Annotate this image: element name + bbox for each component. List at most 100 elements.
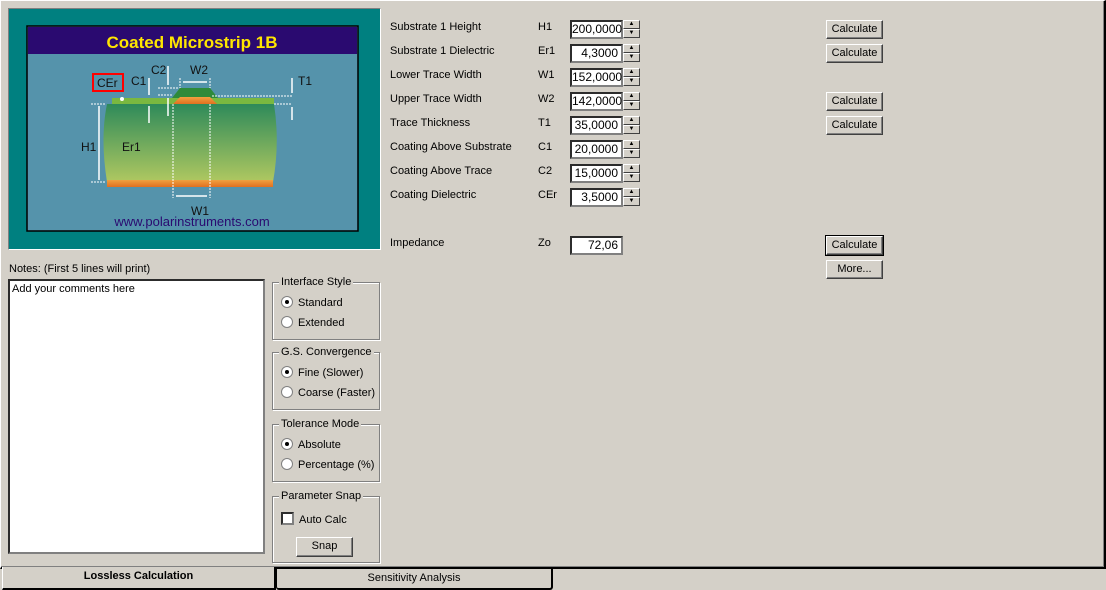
label-t1: T1 bbox=[298, 74, 312, 88]
param-label: Lower Trace Width bbox=[390, 69, 482, 81]
spin-down-icon[interactable]: ▼ bbox=[623, 29, 640, 38]
radio-icon[interactable] bbox=[281, 366, 293, 378]
group-title: G.S. Convergence bbox=[279, 346, 374, 358]
radio-absolute[interactable]: Absolute bbox=[281, 438, 341, 451]
calculate-h1-button[interactable]: Calculate bbox=[826, 20, 883, 39]
radio-icon[interactable] bbox=[281, 296, 293, 308]
param-symbol: Er1 bbox=[538, 45, 556, 57]
param-input-cer[interactable]: 3,5000 bbox=[570, 188, 623, 207]
param-spinner[interactable]: ▲ ▼ bbox=[623, 164, 640, 183]
calculate-impedance-button[interactable]: Calculate bbox=[825, 235, 884, 256]
snap-button[interactable]: Snap bbox=[296, 537, 353, 557]
impedance-label: Impedance bbox=[390, 237, 445, 249]
param-spinner[interactable]: ▲ ▼ bbox=[623, 140, 640, 159]
spin-up-icon[interactable]: ▲ bbox=[623, 188, 640, 197]
spin-down-icon[interactable]: ▼ bbox=[623, 149, 640, 158]
calculate-t1-button[interactable]: Calculate bbox=[826, 116, 883, 135]
param-label: Substrate 1 Dielectric bbox=[390, 45, 495, 57]
calculate-w2-button[interactable]: Calculate bbox=[826, 92, 883, 111]
radio-coarse[interactable]: Coarse (Faster) bbox=[281, 386, 375, 399]
group-title: Parameter Snap bbox=[279, 490, 364, 502]
diagram-frame: Coated Microstrip 1B CEr C1 C2 W2 T1 H1 … bbox=[8, 8, 381, 250]
tab-lossless-calculation[interactable]: Lossless Calculation bbox=[2, 567, 276, 590]
option-label: Absolute bbox=[298, 439, 341, 451]
radio-fine[interactable]: Fine (Slower) bbox=[281, 366, 363, 379]
more-button[interactable]: More... bbox=[826, 260, 883, 279]
option-label: Extended bbox=[298, 317, 345, 329]
option-label: Coarse (Faster) bbox=[298, 387, 376, 399]
param-spinner[interactable]: ▲ ▼ bbox=[623, 92, 640, 111]
radio-icon[interactable] bbox=[281, 438, 293, 450]
label-er1: Er1 bbox=[122, 140, 141, 154]
impedance-symbol: Zo bbox=[538, 237, 551, 249]
param-label: Coating Above Substrate bbox=[390, 141, 512, 153]
checkbox-icon[interactable] bbox=[281, 512, 294, 525]
spin-up-icon[interactable]: ▲ bbox=[623, 20, 640, 29]
spin-down-icon[interactable]: ▼ bbox=[623, 125, 640, 134]
param-label: Trace Thickness bbox=[390, 117, 471, 129]
param-spinner[interactable]: ▲ ▼ bbox=[623, 68, 640, 87]
param-input-w1[interactable]: 152,0000 bbox=[570, 68, 623, 87]
option-label: Percentage (%) bbox=[298, 459, 375, 471]
param-spinner[interactable]: ▲ ▼ bbox=[623, 188, 640, 207]
param-input-c1[interactable]: 20,0000 bbox=[570, 140, 623, 159]
polar-url: www.polarinstruments.com bbox=[113, 214, 269, 229]
spin-up-icon[interactable]: ▲ bbox=[623, 140, 640, 149]
coated-microstrip-diagram: Coated Microstrip 1B CEr C1 C2 W2 T1 H1 … bbox=[26, 25, 359, 232]
spin-down-icon[interactable]: ▼ bbox=[623, 101, 640, 110]
param-label: Upper Trace Width bbox=[390, 93, 482, 105]
spin-up-icon[interactable]: ▲ bbox=[623, 68, 640, 77]
param-symbol: T1 bbox=[538, 117, 551, 129]
param-input-h1[interactable]: 200,0000 bbox=[570, 20, 623, 39]
radio-icon[interactable] bbox=[281, 386, 293, 398]
option-label: Fine (Slower) bbox=[298, 367, 364, 379]
option-label: Standard bbox=[298, 297, 343, 309]
param-symbol: W1 bbox=[538, 69, 555, 81]
label-w2: W2 bbox=[190, 63, 208, 77]
calculate-er1-button[interactable]: Calculate bbox=[826, 44, 883, 63]
param-input-t1[interactable]: 35,0000 bbox=[570, 116, 623, 135]
param-symbol: C1 bbox=[538, 141, 553, 153]
param-symbol: W2 bbox=[538, 93, 555, 105]
auto-calc-checkbox[interactable]: Auto Calc bbox=[281, 512, 347, 526]
label-cer: CEr bbox=[97, 76, 118, 90]
spin-down-icon[interactable]: ▼ bbox=[623, 173, 640, 182]
param-input-w2[interactable]: 142,0000 bbox=[570, 92, 623, 111]
label-h1: H1 bbox=[81, 140, 97, 154]
param-label: Coating Dielectric bbox=[390, 189, 477, 201]
diagram-title: Coated Microstrip 1B bbox=[107, 33, 278, 52]
param-symbol: H1 bbox=[538, 21, 553, 33]
tab-sensitivity-analysis[interactable]: Sensitivity Analysis bbox=[276, 569, 553, 590]
param-input-c2[interactable]: 15,0000 bbox=[570, 164, 623, 183]
spin-down-icon[interactable]: ▼ bbox=[623, 53, 640, 62]
param-spinner[interactable]: ▲ ▼ bbox=[623, 44, 640, 63]
spin-up-icon[interactable]: ▲ bbox=[623, 44, 640, 53]
label-c2: C2 bbox=[151, 63, 167, 77]
parameter-snap-group: Parameter Snap Auto Calc Snap bbox=[272, 490, 380, 563]
label-c1: C1 bbox=[131, 74, 147, 88]
impedance-output[interactable]: 72,06 bbox=[570, 236, 623, 255]
radio-standard[interactable]: Standard bbox=[281, 296, 343, 309]
spin-up-icon[interactable]: ▲ bbox=[623, 116, 640, 125]
interface-style-group: Interface Style Standard Extended bbox=[272, 276, 380, 340]
tolerance-mode-group: Tolerance Mode Absolute Percentage (%) bbox=[272, 418, 380, 482]
radio-extended[interactable]: Extended bbox=[281, 316, 344, 329]
param-label: Substrate 1 Height bbox=[390, 21, 482, 33]
param-spinner[interactable]: ▲ ▼ bbox=[623, 116, 640, 135]
param-input-er1[interactable]: 4,3000 bbox=[570, 44, 623, 63]
param-symbol: CEr bbox=[538, 189, 557, 201]
radio-percentage[interactable]: Percentage (%) bbox=[281, 458, 374, 471]
notes-textarea[interactable]: Add your comments here bbox=[8, 279, 265, 554]
param-label: Coating Above Trace bbox=[390, 165, 493, 177]
radio-icon[interactable] bbox=[281, 458, 293, 470]
notes-label: Notes: (First 5 lines will print) bbox=[9, 263, 151, 275]
spin-up-icon[interactable]: ▲ bbox=[623, 92, 640, 101]
spin-down-icon[interactable]: ▼ bbox=[623, 197, 640, 206]
param-spinner[interactable]: ▲ ▼ bbox=[623, 20, 640, 39]
spin-down-icon[interactable]: ▼ bbox=[623, 77, 640, 86]
group-title: Tolerance Mode bbox=[279, 418, 362, 430]
option-label: Auto Calc bbox=[299, 514, 347, 526]
group-title: Interface Style bbox=[279, 276, 354, 288]
spin-up-icon[interactable]: ▲ bbox=[623, 164, 640, 173]
radio-icon[interactable] bbox=[281, 316, 293, 328]
